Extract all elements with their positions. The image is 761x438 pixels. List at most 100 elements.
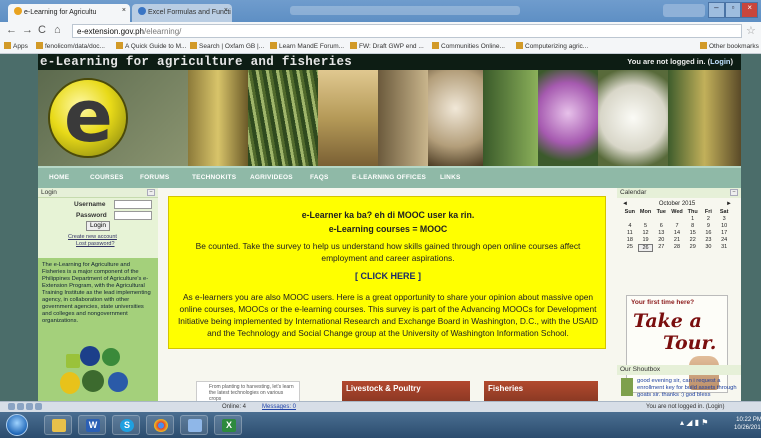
- address-bar[interactable]: e-extension.gov.ph/elearning/: [72, 24, 742, 38]
- lost-password-link[interactable]: Lost password?: [76, 241, 115, 247]
- calendar-day[interactable]: 3: [716, 216, 732, 222]
- taskbar-explorer[interactable]: [44, 415, 72, 435]
- calendar-day[interactable]: 15: [685, 230, 701, 236]
- nav-elearning-offices[interactable]: E-LEARNING OFFICES: [352, 174, 426, 181]
- calendar-day[interactable]: 5: [638, 223, 654, 229]
- bookmark-item[interactable]: Search | Oxfam GB |...: [190, 42, 264, 50]
- nav-technokits[interactable]: TECHNOKITS: [192, 174, 236, 181]
- calendar-day[interactable]: 22: [685, 237, 701, 243]
- nav-agrivideos[interactable]: AGRIVIDEOS: [250, 174, 293, 181]
- site-title: e-Learning for agriculture and fisheries: [40, 55, 353, 69]
- url-path: /elearning/: [144, 27, 182, 36]
- calendar-day[interactable]: 14: [669, 230, 685, 236]
- calendar-day[interactable]: 26: [637, 244, 654, 252]
- bookmark-item[interactable]: Communities Online...: [432, 42, 505, 50]
- banner-image: [538, 70, 598, 166]
- status-icon[interactable]: [35, 403, 42, 410]
- taskbar-skype[interactable]: S: [112, 415, 140, 435]
- bookmark-label: Other bookmarks: [709, 43, 759, 50]
- minimize-icon[interactable]: –: [708, 2, 725, 18]
- tab-excel[interactable]: Excel Formulas and Functi ×: [132, 4, 232, 22]
- calendar-day[interactable]: 8: [685, 223, 701, 229]
- messages-link[interactable]: Messages: 0: [262, 404, 296, 410]
- status-icon[interactable]: [17, 403, 24, 410]
- maximize-icon[interactable]: ▫: [724, 2, 742, 18]
- calendar-day[interactable]: 11: [622, 230, 638, 236]
- calendar-next-icon[interactable]: ►: [726, 201, 732, 207]
- block-title-text: Calendar: [620, 189, 647, 196]
- calendar-day[interactable]: 9: [701, 223, 717, 229]
- calendar-day[interactable]: 16: [701, 230, 717, 236]
- calendar-day[interactable]: 18: [622, 237, 638, 243]
- collapse-icon[interactable]: –: [730, 189, 738, 196]
- back-icon[interactable]: ←: [6, 24, 17, 36]
- status-icon[interactable]: [8, 403, 15, 410]
- login-link[interactable]: Login: [710, 57, 730, 66]
- calendar-prev-icon[interactable]: ◄: [622, 201, 628, 207]
- nav-home[interactable]: HOME: [49, 174, 69, 181]
- start-button[interactable]: [6, 414, 28, 436]
- clock[interactable]: 10:22 PM 10/26/2015: [734, 416, 761, 432]
- home-icon[interactable]: ⌂: [54, 24, 61, 36]
- browser-titlebar: e-Learning for Agricultu × Excel Formula…: [0, 0, 761, 22]
- reload-icon[interactable]: C: [38, 24, 46, 36]
- nav-forums[interactable]: FORUMS: [140, 174, 169, 181]
- bookmark-item[interactable]: Computerizing agric...: [516, 42, 588, 50]
- calendar-day[interactable]: 12: [638, 230, 654, 236]
- bookmark-apps[interactable]: Apps: [4, 42, 28, 50]
- password-field[interactable]: [114, 211, 152, 220]
- calendar-day[interactable]: 23: [701, 237, 717, 243]
- taskbar-word[interactable]: W: [78, 415, 106, 435]
- bookmark-item[interactable]: A Quick Guide to M...: [116, 42, 186, 50]
- survey-link[interactable]: [ CLICK HERE ]: [169, 271, 607, 281]
- calendar-day[interactable]: 1: [685, 216, 701, 222]
- calendar-day[interactable]: 21: [669, 237, 685, 243]
- calendar-day[interactable]: 13: [653, 230, 669, 236]
- calendar-day[interactable]: 31: [716, 244, 732, 252]
- calendar-day[interactable]: 6: [653, 223, 669, 229]
- taskbar-chrome[interactable]: [146, 415, 174, 435]
- partner-logos: [58, 346, 140, 398]
- calendar-day[interactable]: 10: [716, 223, 732, 229]
- close-window-icon[interactable]: ×: [741, 2, 759, 18]
- calendar-day[interactable]: 24: [716, 237, 732, 243]
- status-icon[interactable]: [26, 403, 33, 410]
- create-account-link[interactable]: Create new account: [68, 234, 117, 240]
- forward-icon[interactable]: →: [22, 24, 33, 36]
- system-tray-icons[interactable]: ▴ ◢ ▮ ⚑: [680, 418, 708, 427]
- close-tab-icon[interactable]: ×: [224, 7, 228, 14]
- bookmark-item[interactable]: Learn MandE Forum...: [270, 42, 344, 50]
- calendar-day[interactable]: 25: [622, 244, 638, 252]
- collapse-icon[interactable]: –: [147, 189, 155, 196]
- bookmark-item[interactable]: fenolicom/data/doc...: [36, 42, 105, 50]
- bookmark-label: FW: Draft GWP end ...: [359, 43, 424, 50]
- banner-image: [428, 70, 483, 166]
- nav-links[interactable]: LINKS: [440, 174, 461, 181]
- calendar-day[interactable]: 28: [669, 244, 685, 252]
- calendar-day[interactable]: 20: [653, 237, 669, 243]
- username-field[interactable]: [114, 200, 152, 209]
- calendar-day[interactable]: 2: [701, 216, 717, 222]
- bookmark-item[interactable]: FW: Draft GWP end ...: [350, 42, 424, 50]
- nav-courses[interactable]: COURSES: [90, 174, 124, 181]
- bookmark-other[interactable]: Other bookmarks: [700, 42, 759, 50]
- nav-faqs[interactable]: FAQS: [310, 174, 329, 181]
- taskbar-excel[interactable]: X: [214, 415, 242, 435]
- bookmark-star-icon[interactable]: ☆: [746, 24, 756, 37]
- login-button[interactable]: Login: [86, 221, 110, 231]
- calendar-day[interactable]: 7: [669, 223, 685, 229]
- close-tab-icon[interactable]: ×: [122, 7, 126, 14]
- calendar-day-header: Sat: [719, 209, 729, 215]
- calendar-day[interactable]: 27: [653, 244, 669, 252]
- calendar-day[interactable]: 19: [638, 237, 654, 243]
- calendar-day[interactable]: 4: [622, 223, 638, 229]
- taskbar-paint[interactable]: [180, 415, 208, 435]
- calendar-day[interactable]: 17: [716, 230, 732, 236]
- tab-elearning[interactable]: e-Learning for Agricultu ×: [8, 4, 130, 22]
- calendar-day[interactable]: 30: [701, 244, 717, 252]
- profile-button[interactable]: [663, 4, 705, 17]
- site-logo[interactable]: e: [48, 74, 128, 158]
- clock-date: 10/26/2015: [734, 425, 761, 431]
- banner-image: [378, 70, 428, 166]
- calendar-day[interactable]: 29: [685, 244, 701, 252]
